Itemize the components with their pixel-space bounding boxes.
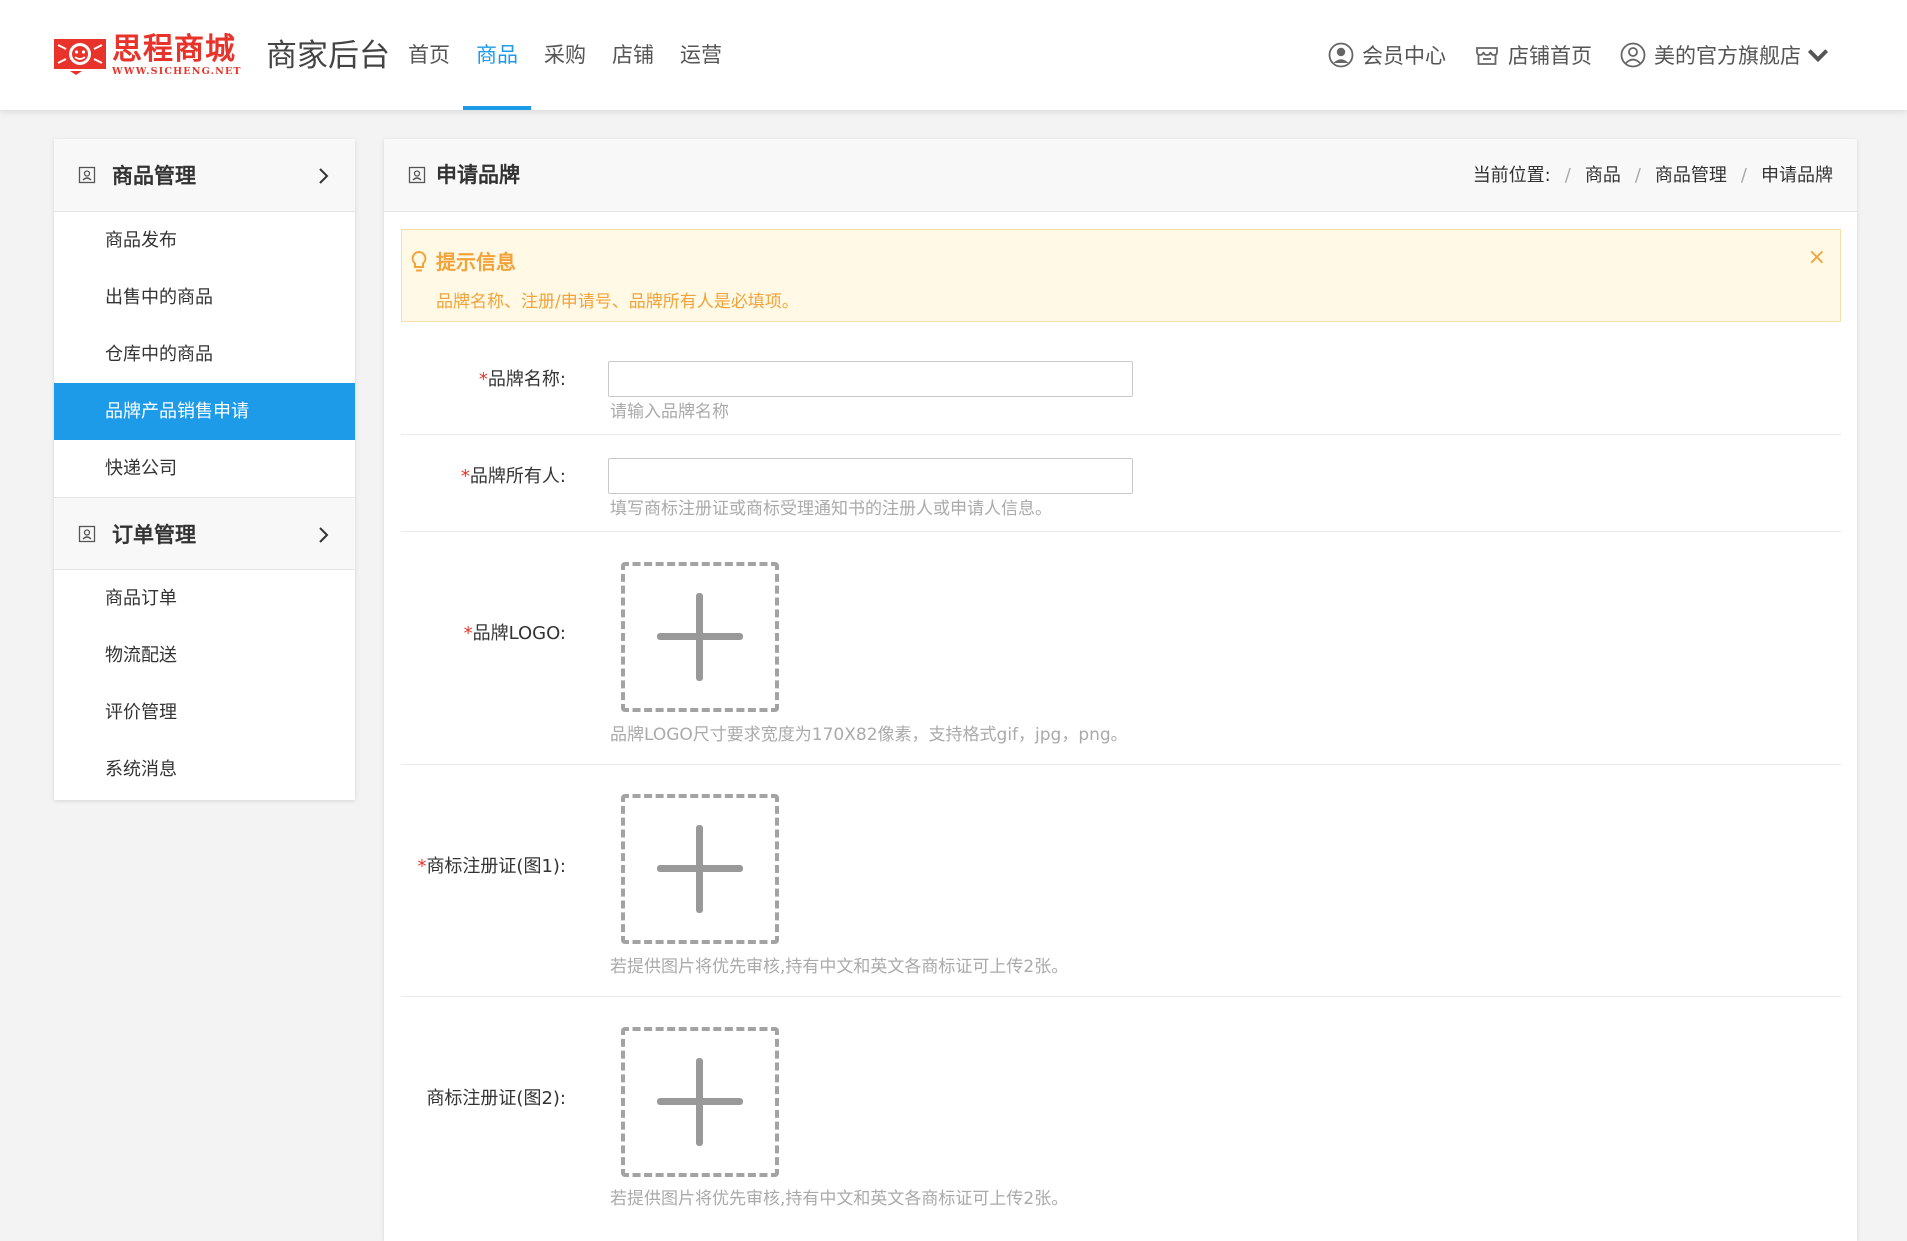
breadcrumb-current: 申请品牌 xyxy=(1761,165,1833,186)
logo-url: WWW.SICHENG.NET xyxy=(112,65,242,77)
main-nav: 首页 商品 采购 店铺 运营 xyxy=(395,0,735,110)
sidebar-item-goods-orders[interactable]: 商品订单 xyxy=(54,570,355,627)
brand-name-hint: 请输入品牌名称 xyxy=(610,402,729,422)
user-nav: 会员中心 店铺首页 美的官方旗舰店 xyxy=(1300,0,1839,110)
notice-title: 提示信息 xyxy=(436,250,516,274)
breadcrumb-prefix: 当前位置: xyxy=(1472,165,1551,186)
brand-name-input[interactable] xyxy=(608,361,1133,397)
sidebar-item-reviews[interactable]: 评价管理 xyxy=(54,684,355,741)
trademark-cert-2-label: 商标注册证(图2): xyxy=(426,1088,566,1109)
breadcrumb-item[interactable]: 商品管理 xyxy=(1655,163,1727,189)
breadcrumb-item[interactable]: 商品 xyxy=(1585,163,1621,189)
trademark-cert-1-label: *商标注册证(图1): xyxy=(417,856,566,877)
nav-purchase[interactable]: 采购 xyxy=(531,0,599,110)
brand-owner-hint: 填写商标注册证或商标受理通知书的注册人或申请人信息。 xyxy=(610,499,1052,519)
form-row-brand-owner: *品牌所有人: 填写商标注册证或商标受理通知书的注册人或申请人信息。 xyxy=(401,435,1841,532)
form-row-trademark-cert-1: *商标注册证(图1): 若提供图片将优先审核,持有中文和英文各商标证可上传2张。 xyxy=(401,765,1841,997)
sidebar-item-goods-on-sale[interactable]: 出售中的商品 xyxy=(54,269,355,326)
brand-owner-label: *品牌所有人: xyxy=(460,466,566,487)
sidebar-item-express-companies[interactable]: 快递公司 xyxy=(54,440,355,497)
lightbulb-icon xyxy=(411,250,427,272)
app-title: 商家后台 xyxy=(266,38,390,74)
sidebar-group-orders[interactable]: 订单管理 xyxy=(54,497,355,570)
store-icon xyxy=(1476,47,1498,65)
member-center-link[interactable]: 会员中心 xyxy=(1328,40,1446,70)
trademark-cert-1-upload-button[interactable] xyxy=(621,794,779,944)
brand-logo-label: *品牌LOGO: xyxy=(463,623,566,644)
sidebar-item-publish-goods[interactable]: 商品发布 xyxy=(54,212,355,269)
chevron-right-icon xyxy=(319,168,329,184)
breadcrumb: 当前位置: / 商品 / 商品管理 / 申请品牌 xyxy=(1473,163,1833,189)
sidebar-item-goods-in-warehouse[interactable]: 仓库中的商品 xyxy=(54,326,355,383)
panel-header: 申请品牌 当前位置: / 商品 / 商品管理 / 申请品牌 xyxy=(384,139,1857,212)
sidebar-item-brand-application[interactable]: 品牌产品销售申请 xyxy=(54,383,355,440)
main-panel: 申请品牌 当前位置: / 商品 / 商品管理 / 申请品牌 提示信息 品牌名称、… xyxy=(384,139,1857,1241)
trademark-cert-2-hint: 若提供图片将优先审核,持有中文和英文各商标证可上传2张。 xyxy=(610,1189,1069,1209)
brand-logo-hint: 品牌LOGO尺寸要求宽度为170X82像素，支持格式gif，jpg，png。 xyxy=(610,725,1128,745)
store-account-menu[interactable]: 美的官方旗舰店 xyxy=(1620,40,1839,70)
sidebar-group-goods[interactable]: 商品管理 xyxy=(54,139,355,212)
page-icon xyxy=(408,166,426,184)
nav-operations[interactable]: 运营 xyxy=(667,0,735,110)
logo-icon xyxy=(54,39,106,75)
trademark-cert-1-hint: 若提供图片将优先审核,持有中文和英文各商标证可上传2张。 xyxy=(610,957,1069,977)
chevron-down-icon xyxy=(1807,49,1829,63)
brand-logo-upload-button[interactable] xyxy=(621,562,779,712)
store-home-label: 店铺首页 xyxy=(1508,44,1592,68)
form-row-trademark-cert-2: 商标注册证(图2): 若提供图片将优先审核,持有中文和英文各商标证可上传2张。 xyxy=(401,997,1841,1229)
brand-owner-input[interactable] xyxy=(608,458,1133,494)
notice-box: 提示信息 品牌名称、注册/申请号、品牌所有人是必填项。 × xyxy=(401,229,1841,322)
member-center-label: 会员中心 xyxy=(1362,44,1446,68)
menu-group-icon xyxy=(78,166,96,184)
nav-store[interactable]: 店铺 xyxy=(599,0,667,110)
close-icon[interactable]: × xyxy=(1808,246,1826,270)
logo-text: 思程商城 xyxy=(112,31,236,67)
nav-home[interactable]: 首页 xyxy=(395,0,463,110)
menu-group-icon xyxy=(78,525,96,542)
site-logo[interactable]: 思程商城 WWW.SICHENG.NET xyxy=(54,33,242,77)
page-title: 申请品牌 xyxy=(436,163,520,187)
sidebar-item-system-messages[interactable]: 系统消息 xyxy=(54,741,355,798)
store-home-link[interactable]: 店铺首页 xyxy=(1474,40,1592,70)
sidebar-item-logistics[interactable]: 物流配送 xyxy=(54,627,355,684)
form-row-brand-name: *品牌名称: 请输入品牌名称 xyxy=(401,339,1841,435)
trademark-cert-2-upload-button[interactable] xyxy=(621,1027,779,1177)
chevron-right-icon xyxy=(319,527,329,543)
nav-goods[interactable]: 商品 xyxy=(463,0,531,110)
user-circle-icon xyxy=(1328,42,1354,68)
sidebar-group-title: 商品管理 xyxy=(112,164,196,188)
brand-name-label: *品牌名称: xyxy=(478,369,566,390)
notice-text: 品牌名称、注册/申请号、品牌所有人是必填项。 xyxy=(436,292,799,312)
account-icon xyxy=(1620,42,1646,68)
sidebar-group-title: 订单管理 xyxy=(112,522,196,547)
top-header: 思程商城 WWW.SICHENG.NET 商家后台 首页 商品 采购 店铺 运营… xyxy=(0,0,1907,110)
store-name-label: 美的官方旗舰店 xyxy=(1654,44,1801,68)
form-row-brand-logo: *品牌LOGO: 品牌LOGO尺寸要求宽度为170X82像素，支持格式gif，j… xyxy=(401,532,1841,765)
sidebar: 商品管理 商品发布 出售中的商品 仓库中的商品 品牌产品销售申请 快递公司 订单… xyxy=(54,139,355,800)
